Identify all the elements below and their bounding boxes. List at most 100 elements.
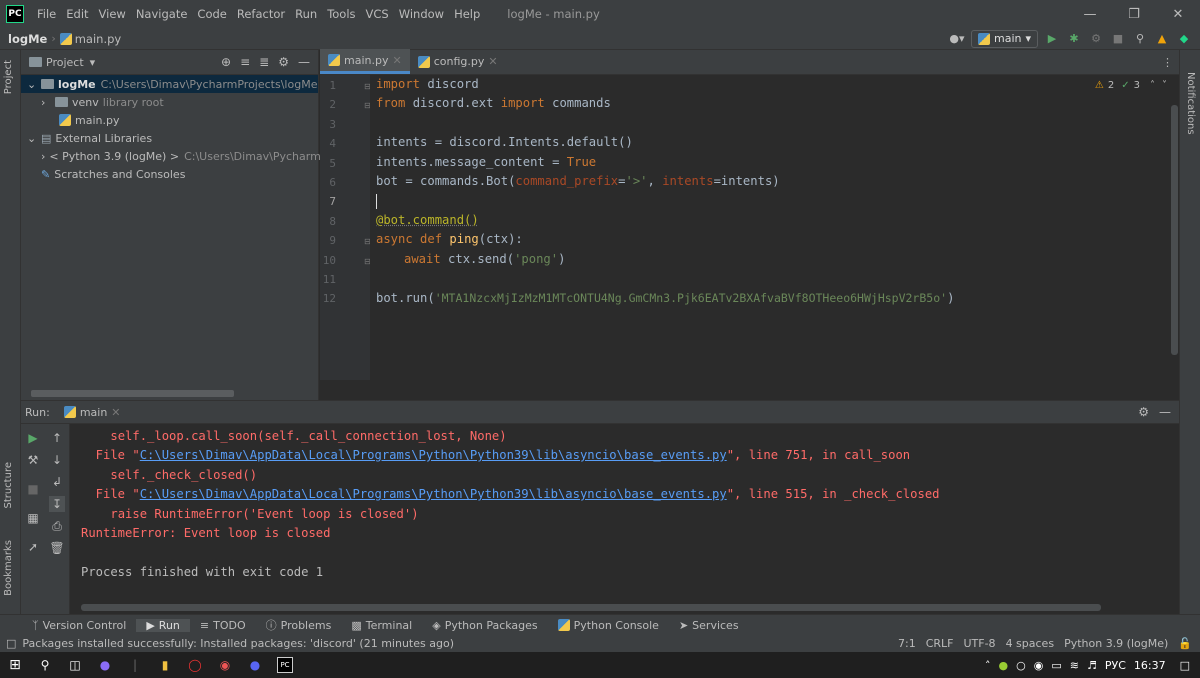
wrench-icon[interactable]: ⚒ [25,452,41,468]
scroll-to-end-icon[interactable]: ↧ [49,496,65,512]
yandex-browser-icon[interactable]: ◉ [210,652,240,678]
interpreter-selector[interactable]: Python 3.9 (logMe) [1064,637,1168,650]
indent-setting[interactable]: 4 spaces [1006,637,1055,650]
previous-highlight-icon[interactable]: ˄ [1150,80,1155,91]
chevron-down-icon[interactable]: ▾ [90,56,96,69]
close-icon[interactable]: ✕ [392,54,401,67]
notifications-tool-tab[interactable]: Notifications [1185,72,1196,135]
tree-row-logme[interactable]: ⌄ logMe C:\Users\Dimav\PycharmProjects\l… [21,75,318,93]
code-editor[interactable]: import discord from discord.ext import c… [370,75,1179,380]
tree-row-python-sdk[interactable]: › < Python 3.9 (logMe) > C:\Users\Dimav\… [21,147,338,165]
tab-version-control[interactable]: ᛉ Version Control [0,619,136,632]
tree-row-main-py[interactable]: main.py [21,111,318,129]
inspection-widget[interactable]: ⚠ 2 ✓ 3 ˄ ˅ [1095,80,1167,91]
restore-button[interactable]: ❐ [1112,0,1156,28]
volume-icon[interactable]: ♬ [1087,659,1097,672]
menu-refactor[interactable]: Refactor [232,7,290,21]
run-tab-main[interactable]: main ✕ [63,406,121,419]
hide-icon[interactable]: — [1159,405,1171,419]
search-icon[interactable]: ⚲ [30,652,60,678]
battery-icon[interactable]: ▭ [1051,659,1061,672]
microphone-icon[interactable]: ◉ [1034,659,1044,672]
gear-icon[interactable]: ⚙ [1138,405,1149,419]
vertical-scrollbar[interactable] [1171,105,1178,355]
structure-tool-tab[interactable]: Structure [3,462,14,509]
pin-icon[interactable]: ➚ [25,539,41,555]
caret-position[interactable]: 7:1 [898,637,916,650]
run-config-selector[interactable]: main ▾ [970,29,1038,48]
minimize-button[interactable]: — [1068,0,1112,28]
bookmarks-tool-tab[interactable]: Bookmarks [3,540,14,596]
jetbrains-icon[interactable]: ◆ [1176,31,1192,47]
expand-all-icon[interactable]: ≡ [240,55,250,69]
soft-wrap-icon[interactable]: ↲ [49,474,65,490]
status-message[interactable]: Packages installed successfully: Install… [22,637,454,650]
pycharm-taskbar-icon[interactable]: PC [270,652,300,678]
run-icon[interactable]: ▶ [1044,31,1060,47]
menu-view[interactable]: View [94,7,131,21]
next-highlight-icon[interactable]: ˅ [1162,80,1167,91]
menu-edit[interactable]: Edit [61,7,93,21]
run-console[interactable]: self._loop.call_soon(self._call_connecti… [71,424,1179,614]
layout-icon[interactable]: ▦ [25,510,41,526]
traceback-link[interactable]: C:\Users\Dimav\AppData\Local\Programs\Py… [140,448,727,462]
menu-code[interactable]: Code [192,7,231,21]
debug-icon[interactable]: ✱ [1066,31,1082,47]
assistant-app-icon[interactable]: ● [90,652,120,678]
close-icon[interactable]: ✕ [111,406,120,419]
menu-navigate[interactable]: Navigate [131,7,193,21]
breadcrumb-file[interactable]: main.py [56,32,126,46]
traceback-link[interactable]: C:\Users\Dimav\AppData\Local\Programs\Py… [140,487,727,501]
coverage-icon[interactable]: ⚙ [1088,31,1104,47]
wifi-icon[interactable]: ≋ [1070,659,1079,672]
notification-center-icon[interactable]: □ [1180,659,1190,672]
more-icon[interactable]: ⋮ [1162,56,1179,69]
menu-file[interactable]: File [32,7,61,21]
line-separator[interactable]: CRLF [926,637,954,650]
stop-icon[interactable]: ■ [1110,31,1126,47]
tab-terminal[interactable]: ▩ Terminal [341,619,422,632]
down-arrow-icon[interactable]: ↓ [49,452,65,468]
tab-run[interactable]: ▶ Run [136,618,190,632]
user-icon[interactable]: ●▾ [949,31,965,47]
up-arrow-icon[interactable]: ↑ [49,430,65,446]
windows-start-icon[interactable]: ⊞ [0,652,30,678]
file-explorer-icon[interactable]: ▮ [150,652,180,678]
tree-row-external-libraries[interactable]: ⌄ ▤ External Libraries [21,129,318,147]
tree-row-venv[interactable]: › venv library root [21,93,318,111]
tree-row-scratches[interactable]: ✎ Scratches and Consoles [21,165,318,183]
menu-help[interactable]: Help [449,7,485,21]
task-view-icon[interactable]: ◫ [60,652,90,678]
lock-icon[interactable]: 🔓 [1178,637,1192,650]
tray-device-icon[interactable]: ○ [1016,659,1026,672]
file-encoding[interactable]: UTF-8 [963,637,995,650]
tab-python-packages[interactable]: ◈ Python Packages [422,619,547,632]
opera-browser-icon[interactable]: ◯ [180,652,210,678]
close-icon[interactable]: ✕ [488,55,497,68]
keyboard-language[interactable]: РУС [1105,659,1126,672]
tray-app-icon[interactable]: ● [999,659,1009,672]
project-tool-tab[interactable]: Project [3,60,14,94]
project-view-selector[interactable]: Project [46,56,84,69]
tab-config-py[interactable]: config.py ✕ [410,49,506,74]
tab-services[interactable]: ➤ Services [669,619,749,632]
tab-python-console[interactable]: Python Console [548,619,669,632]
stop-icon[interactable]: ■ [25,481,41,497]
updates-icon[interactable]: ▲ [1154,31,1170,47]
discord-icon[interactable]: ● [240,652,270,678]
menu-vcs[interactable]: VCS [361,7,394,21]
tray-expand-icon[interactable]: ˄ [985,659,991,672]
locate-file-icon[interactable]: ⊕ [221,55,231,69]
print-icon[interactable]: ⎙ [49,518,65,534]
breadcrumb-project[interactable]: logMe [0,32,51,46]
menu-run[interactable]: Run [290,7,322,21]
trash-icon[interactable]: 🗑 [49,540,65,556]
rerun-icon[interactable]: ▶ [25,430,41,446]
collapse-all-icon[interactable]: ≣ [259,55,269,69]
tab-main-py[interactable]: main.py ✕ [320,49,410,74]
search-icon[interactable]: ⚲ [1132,31,1148,47]
horizontal-scrollbar[interactable] [31,390,234,397]
gear-icon[interactable]: ⚙ [278,55,289,69]
clock[interactable]: 16:37 [1134,659,1166,672]
horizontal-scrollbar[interactable] [81,604,1101,611]
